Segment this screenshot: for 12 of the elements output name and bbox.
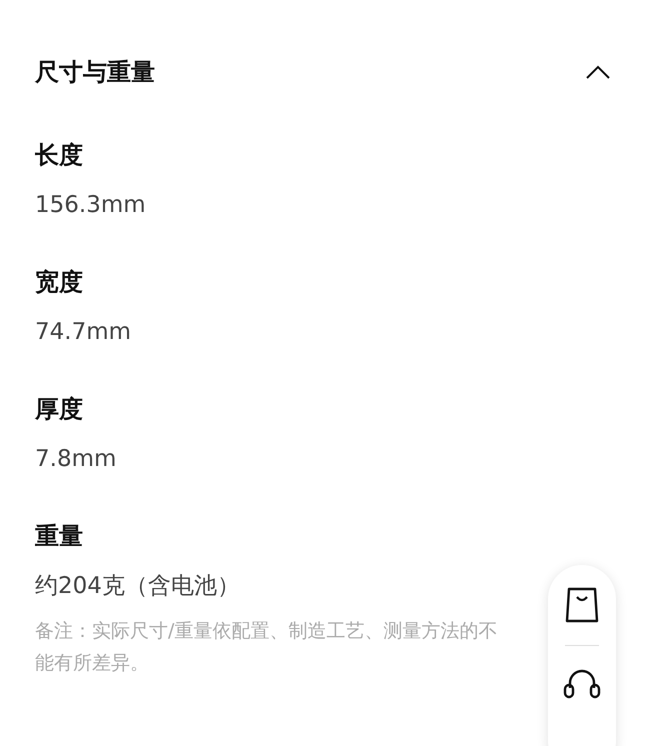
spec-value: 156.3mm <box>35 191 147 220</box>
note-text: 能有所差异。 <box>35 651 149 676</box>
spec-label: 长度 <box>35 140 84 171</box>
spec-value: 7.8mm <box>35 445 118 474</box>
spec-value: 74.7mm <box>35 318 132 347</box>
spec-label: 厚度 <box>35 394 84 425</box>
spec-label: 宽度 <box>35 267 84 298</box>
shopping-bag-icon[interactable] <box>565 587 599 623</box>
spec-label: 重量 <box>35 521 84 552</box>
section-title: 尺寸与重量 <box>35 57 155 88</box>
note-text: 备注：实际尺寸/重量依配置、制造工艺、测量方法的不 <box>35 619 498 644</box>
spec-value: 约204克（含电池） <box>35 572 241 601</box>
